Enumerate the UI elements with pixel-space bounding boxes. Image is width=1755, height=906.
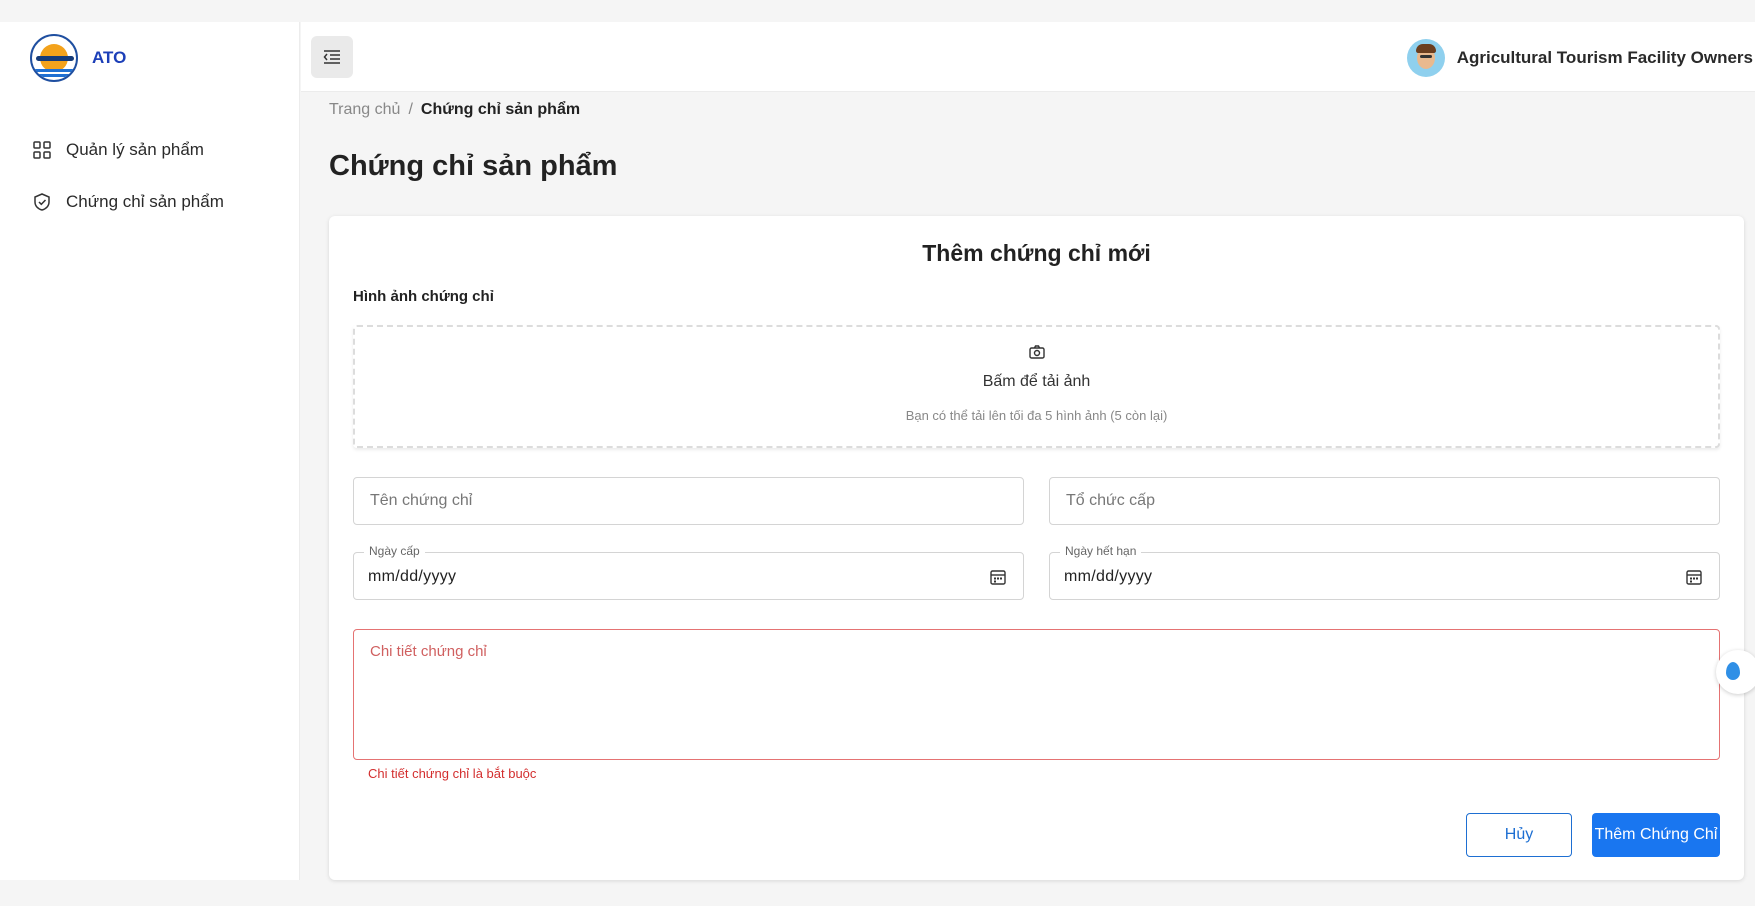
expiry-date-value[interactable]: mm/dd/yyyy [1064, 568, 1152, 586]
page-title: Chứng chỉ sản phẩm [329, 150, 618, 182]
sidebar-item-label: Chứng chỉ sản phẩm [66, 192, 224, 211]
details-error-message: Chi tiết chứng chỉ là bắt buộc [368, 766, 537, 781]
sidebar-item-product-management[interactable]: Quản lý sản phẩm [0, 124, 300, 176]
avatar [1406, 39, 1445, 77]
breadcrumb-separator: / [408, 101, 413, 118]
user-menu[interactable]: Agricultural Tourism Facility Owners [1406, 39, 1753, 77]
sidebar: ATO Quản lý sản phẩm Chứng chỉ sản phẩm [0, 22, 300, 880]
expiry-date-label: Ngày hết hạn [1060, 544, 1142, 558]
sidebar-item-product-certificates[interactable]: Chứng chỉ sản phẩm [0, 176, 300, 228]
issuing-org-field [1049, 477, 1720, 525]
image-section-label: Hình ảnh chứng chỉ [353, 288, 494, 305]
certificate-details-placeholder: Chi tiết chứng chỉ [370, 643, 487, 660]
issue-date-value[interactable]: mm/dd/yyyy [368, 568, 456, 586]
breadcrumb: Trang chủ / Chứng chỉ sản phẩm [329, 101, 580, 119]
upload-hint: Bạn có thể tải lên tối đa 5 hình ảnh (5 … [905, 408, 1168, 423]
shield-check-icon [34, 193, 50, 211]
sidebar-item-label: Quản lý sản phẩm [66, 140, 204, 159]
top-bar: Agricultural Tourism Facility Owners [301, 22, 1755, 92]
floating-widget-button[interactable] [1716, 650, 1755, 694]
upload-prompt: Bấm để tải ảnh [982, 373, 1091, 390]
user-name: Agricultural Tourism Facility Owners [1456, 48, 1753, 67]
issue-date-label: Ngày cấp [364, 544, 425, 558]
brand-name: ATO [92, 48, 127, 67]
certificate-details-textarea[interactable]: Chi tiết chứng chỉ [353, 629, 1720, 760]
form-title: Thêm chứng chỉ mới [922, 240, 1151, 266]
camera-icon [1028, 345, 1045, 359]
issue-date-field[interactable]: Ngày cấp mm/dd/yyyy [353, 544, 1024, 600]
calendar-icon[interactable] [1685, 568, 1703, 586]
breadcrumb-current: Chứng chỉ sản phẩm [420, 101, 581, 118]
brand[interactable]: ATO [30, 34, 126, 82]
water-drop-icon [1726, 662, 1740, 680]
add-certificate-button[interactable]: Thêm Chứng Chỉ [1592, 813, 1720, 857]
sidebar-toggle-button[interactable] [311, 36, 353, 78]
expiry-date-field[interactable]: Ngày hết hạn mm/dd/yyyy [1049, 544, 1720, 600]
certificate-form-card: Thêm chứng chỉ mới Hình ảnh chứng chỉ Bấ… [329, 216, 1755, 880]
certificate-name-input[interactable] [354, 478, 1023, 524]
breadcrumb-home[interactable]: Trang chủ [329, 101, 400, 118]
ato-logo [30, 34, 78, 82]
certificate-name-field [353, 477, 1024, 525]
issuing-org-input[interactable] [1050, 478, 1719, 524]
calendar-icon[interactable] [989, 568, 1007, 586]
grid-icon [33, 141, 51, 159]
cancel-button[interactable]: Hủy [1466, 813, 1572, 857]
sidebar-nav: Quản lý sản phẩm Chứng chỉ sản phẩm [0, 124, 300, 228]
menu-collapse-icon [323, 50, 340, 64]
image-upload-dropzone[interactable]: Bấm để tải ảnh Bạn có thể tải lên tối đa… [353, 325, 1720, 448]
